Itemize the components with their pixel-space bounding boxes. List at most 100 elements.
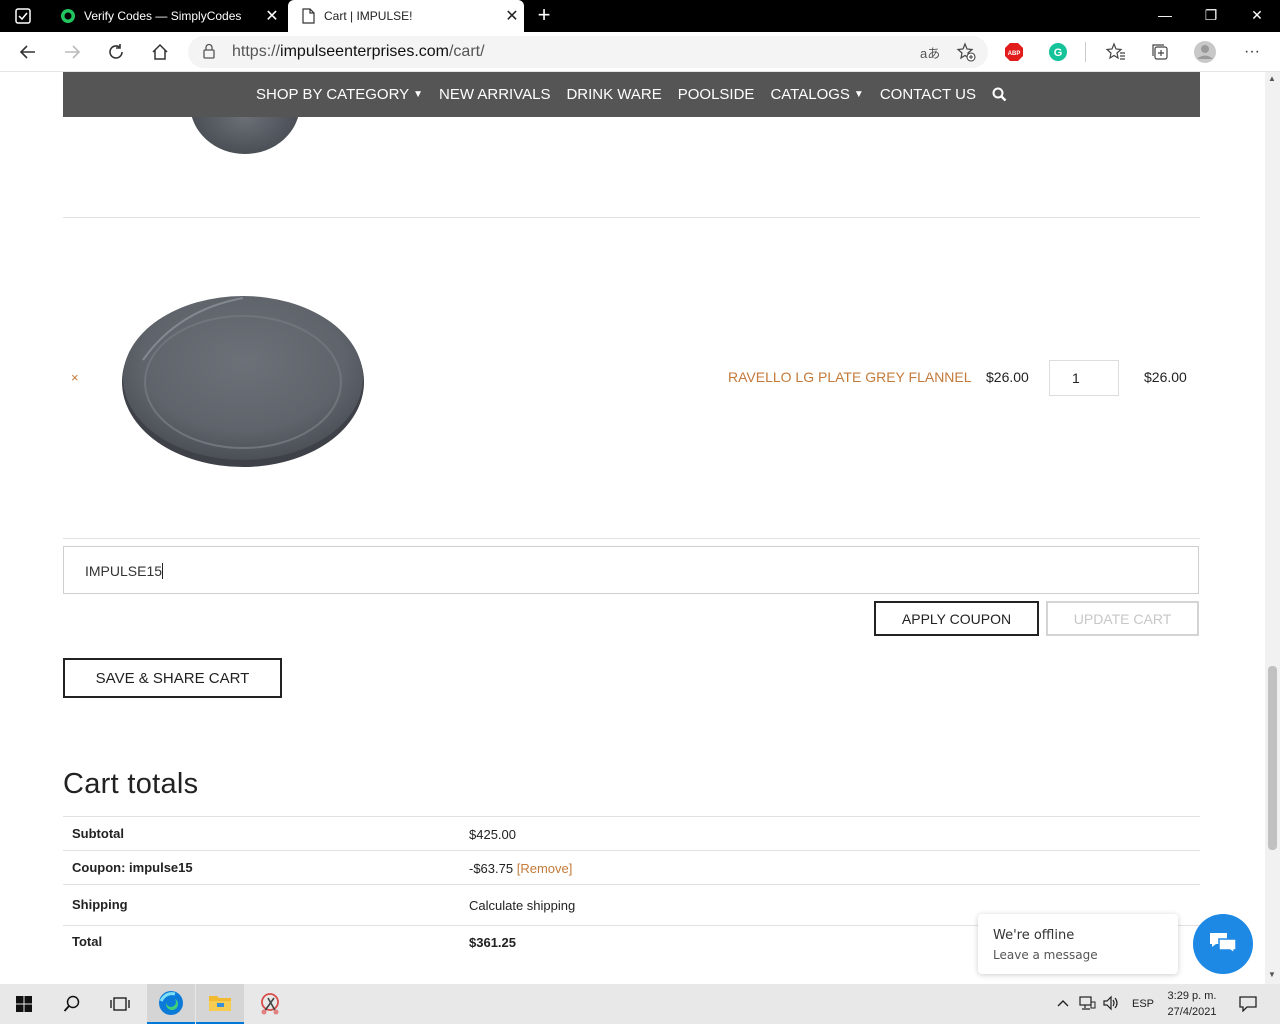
clock-time: 3:29 p. m. [1167,990,1217,1002]
url-text[interactable]: https://impulseenterprises.com/cart/ [232,43,485,61]
nav-contact-us[interactable]: CONTACT US [880,86,976,103]
close-icon[interactable]: ✕ [500,6,524,26]
update-cart-button[interactable]: UPDATE CART [1046,601,1199,636]
windows-taskbar: ESP 3:29 p. m. 27/4/2021 [0,984,1280,1024]
url-path: /cart/ [448,43,485,60]
edge-browser-icon[interactable] [147,984,195,1024]
nav-new-arrivals[interactable]: NEW ARRIVALS [439,86,550,103]
snipping-tool-icon[interactable] [246,984,294,1024]
back-icon[interactable] [14,38,42,66]
profile-avatar-icon[interactable] [1193,40,1217,64]
file-explorer-icon[interactable] [196,984,244,1024]
coupon-value: IMPULSE15 [85,563,163,579]
lock-icon[interactable] [202,43,216,64]
simplycodes-icon [60,8,76,24]
chevron-down-icon: ▼ [853,89,864,100]
scroll-down-icon[interactable]: ▼ [1268,970,1276,979]
product-name-link[interactable]: RAVELLO LG PLATE GREY FLANNEL [728,369,972,385]
totals-label: Total [72,934,103,949]
tab-actions-icon[interactable] [14,7,32,25]
page-icon [300,8,316,24]
volume-icon[interactable] [1102,995,1120,1014]
network-icon[interactable] [1078,995,1096,1014]
refresh-icon[interactable] [102,38,130,66]
browser-toolbar: https://impulseenterprises.com/cart/ aあ … [0,32,1280,72]
totals-row-subtotal: Subtotal $425.00 [63,816,1200,850]
forward-icon[interactable] [58,38,86,66]
language-indicator[interactable]: ESP [1132,998,1154,1010]
grammarly-icon[interactable]: G [1046,40,1070,64]
svg-text:G: G [1054,47,1063,59]
clock-date: 27/4/2021 [1167,1006,1217,1018]
browser-titlebar: Verify Codes — SimplyCodes ✕ Cart | IMPU… [0,0,1280,32]
nav-label: POOLSIDE [677,86,755,103]
close-icon[interactable]: ✕ [260,6,284,26]
windows-start-icon[interactable] [0,984,48,1024]
nav-catalogs[interactable]: CATALOGS ▼ [770,86,863,103]
plate-product-image[interactable] [118,290,368,470]
text-caret [162,563,164,579]
chat-bubble-icon [1210,933,1237,955]
scrollbar-thumb[interactable] [1268,666,1277,850]
calculate-shipping-link[interactable]: Calculate shipping [469,898,575,913]
nav-label: SHOP BY CATEGORY [256,86,410,103]
minimize-icon[interactable]: — [1142,0,1188,32]
coupon-code-input[interactable]: IMPULSE15 [63,546,1199,594]
collections-icon[interactable] [1148,40,1172,64]
address-bar[interactable]: https://impulseenterprises.com/cart/ aあ [188,36,988,68]
close-window-icon[interactable]: ✕ [1234,0,1280,32]
new-tab-button[interactable]: + [532,4,556,28]
more-options-icon[interactable]: ··· [1240,40,1264,64]
nav-drink-ware[interactable]: DRINK WARE [566,86,661,103]
system-tray: ESP [1054,984,1154,1024]
apply-coupon-button[interactable]: APPLY COUPON [874,601,1039,636]
nav-poolside[interactable]: POOLSIDE [678,86,755,103]
search-icon[interactable] [992,87,1007,102]
quantity-input[interactable]: 1 [1049,360,1119,396]
svg-text:ABP: ABP [1008,51,1021,57]
nav-label: NEW ARRIVALS [439,86,551,103]
nav-label: CATALOGS [770,86,850,103]
chat-launcher-button[interactable] [1193,914,1253,974]
tab-title: Cart | IMPULSE! [324,9,413,23]
site-navigation: SHOP BY CATEGORY ▼ NEW ARRIVALS DRINK WA… [63,72,1200,117]
adblock-icon[interactable]: ABP [1002,40,1026,64]
nav-shop-by-category[interactable]: SHOP BY CATEGORY ▼ [256,86,423,103]
totals-value: -$63.75 [Remove] [469,861,572,876]
url-host: impulseenterprises.com [280,43,449,60]
page-scrollbar[interactable]: ▲ ▼ [1265,72,1280,984]
save-share-cart-button[interactable]: SAVE & SHARE CART [63,658,282,698]
tab-cart[interactable]: Cart | IMPULSE! ✕ [288,0,524,32]
totals-value: $361.25 [469,935,516,950]
chevron-up-icon[interactable] [1054,998,1072,1010]
home-icon[interactable] [146,38,174,66]
notifications-icon[interactable] [1228,984,1268,1024]
add-favorite-icon[interactable] [956,42,976,67]
totals-row-coupon: Coupon: impulse15 -$63.75 [Remove] [63,850,1200,884]
chevron-down-icon: ▼ [413,89,424,100]
read-aloud-icon[interactable]: aあ [920,43,940,62]
task-view-icon[interactable] [96,984,144,1024]
toolbar-divider [1085,42,1086,62]
favorites-icon[interactable] [1104,40,1128,64]
coupon-discount: -$63.75 [469,861,514,876]
chat-offline-panel[interactable]: We're offline Leave a message [978,914,1178,974]
scroll-up-icon[interactable]: ▲ [1268,74,1276,83]
product-subtotal: $26.00 [1144,369,1187,385]
tab-simplycodes[interactable]: Verify Codes — SimplyCodes ✕ [48,0,284,32]
totals-label: Subtotal [72,826,124,841]
restore-icon[interactable]: ❐ [1188,0,1234,32]
taskbar-clock[interactable]: 3:29 p. m. 27/4/2021 [1160,988,1224,1020]
remove-item-button[interactable]: × [71,370,79,385]
page-content: SHOP BY CATEGORY ▼ NEW ARRIVALS DRINK WA… [0,72,1265,984]
chat-status: We're offline [993,928,1075,943]
cart-totals-title: Cart totals [63,768,199,800]
row-divider [63,217,1200,218]
search-icon[interactable] [48,984,96,1024]
url-prefix: https:// [232,43,281,60]
tab-title: Verify Codes — SimplyCodes [84,9,242,23]
remove-coupon-link[interactable]: [Remove] [517,861,573,876]
chat-leave-message[interactable]: Leave a message [993,948,1098,962]
totals-label: Shipping [72,897,128,912]
totals-label: Coupon: impulse15 [72,860,193,875]
